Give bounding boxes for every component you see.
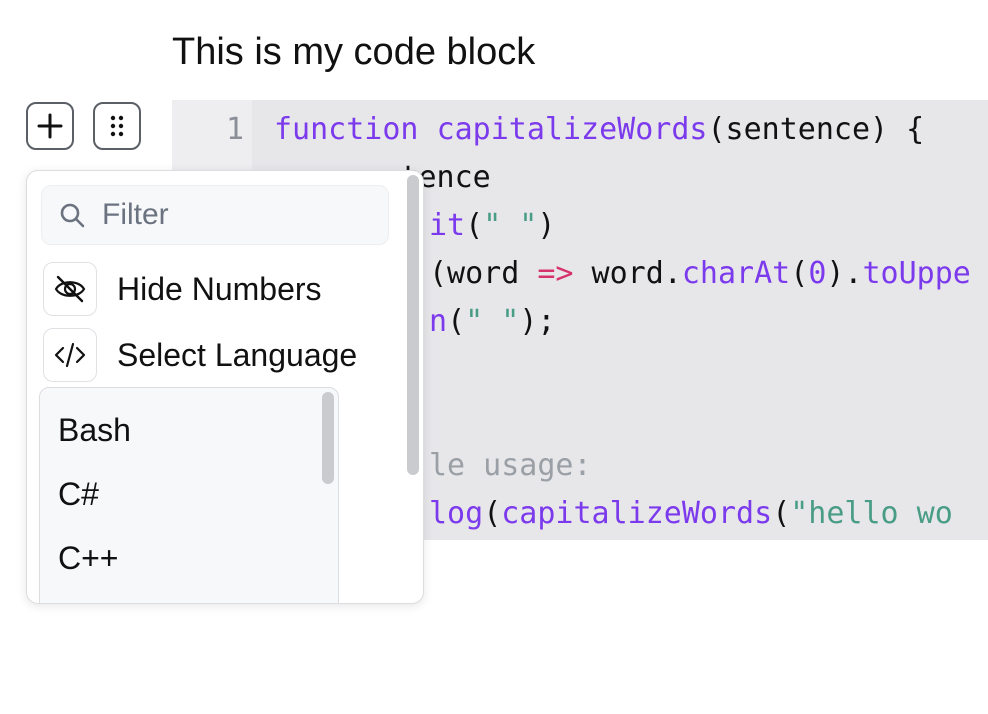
code-token: ( (790, 256, 809, 291)
code-token: word. (573, 256, 682, 291)
language-option-cpp[interactable]: C++ (58, 526, 118, 590)
code-token: it (429, 208, 466, 243)
code-token: " " (483, 208, 538, 243)
code-token: (sentence) { (707, 112, 925, 147)
menu-scrollbar[interactable] (407, 175, 419, 475)
drag-dots-icon (110, 115, 124, 137)
code-token: charAt (681, 256, 791, 291)
code-token: log (429, 496, 484, 531)
code-token: ( (447, 304, 466, 339)
code-token: capitalizeWords (436, 112, 708, 147)
code-token: capitalizeWords (501, 496, 773, 531)
code-token: " " (465, 304, 520, 339)
code-token: ) (537, 208, 556, 243)
code-token: le usage: (429, 448, 592, 483)
hide-numbers-label: Hide Numbers (117, 270, 322, 307)
code-token: ( (483, 496, 502, 531)
eye-off-icon (43, 262, 97, 316)
language-option-bash[interactable]: Bash (58, 398, 131, 462)
page-title: This is my code block (172, 31, 536, 73)
select-language-label: Select Language (117, 336, 358, 373)
plus-icon (37, 113, 63, 139)
code-token: toUppe (862, 256, 971, 291)
filter-input[interactable] (102, 198, 362, 232)
line-number: 1 (225, 112, 244, 147)
block-options-menu[interactable]: Hide Numbers Select Language Bash C# C++ (26, 170, 424, 604)
code-token: ); (519, 304, 556, 339)
code-icon (43, 328, 97, 382)
code-token: (word (429, 256, 538, 291)
code-token: ( (772, 496, 791, 531)
code-line: function capitalizeWords(sentence) { (274, 106, 971, 154)
code-token: 0 (808, 256, 827, 291)
code-token: "hello wo (790, 496, 953, 531)
search-icon (42, 201, 102, 229)
code-token: n (429, 304, 448, 339)
language-list[interactable]: Bash C# C++ (39, 387, 339, 603)
language-list-scrollbar[interactable] (322, 392, 334, 484)
filter-field[interactable] (41, 185, 389, 245)
drag-handle-button[interactable] (93, 102, 141, 150)
code-token: function (274, 112, 437, 147)
code-token: ). (826, 256, 863, 291)
add-block-button[interactable] (26, 102, 74, 150)
hide-numbers-option[interactable]: Hide Numbers (43, 257, 403, 321)
select-language-option[interactable]: Select Language (43, 323, 403, 387)
language-option-csharp[interactable]: C# (58, 462, 99, 526)
code-token: ( (465, 208, 484, 243)
code-token: => (537, 256, 574, 291)
